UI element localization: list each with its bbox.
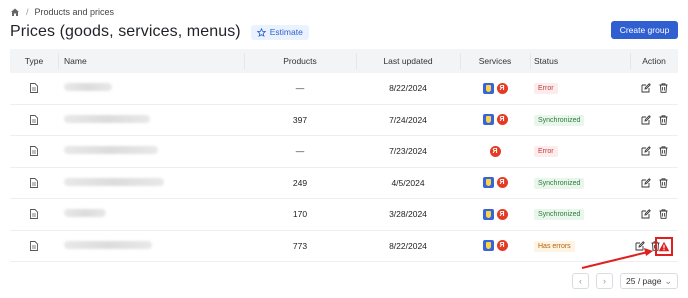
page-size-value: 25 / page bbox=[626, 276, 662, 286]
status-badge: Synchronized bbox=[534, 177, 585, 189]
breadcrumb: / Products and prices bbox=[10, 5, 114, 19]
document-icon bbox=[30, 114, 38, 125]
trash-icon[interactable] bbox=[659, 209, 668, 219]
page-header: Prices (goods, services, menus) Estimate… bbox=[10, 21, 678, 42]
trash-icon[interactable] bbox=[659, 178, 668, 188]
column-header-products[interactable]: Products bbox=[244, 56, 356, 66]
column-header-name[interactable]: Name bbox=[58, 56, 244, 66]
redacted-name[interactable] bbox=[64, 146, 158, 155]
chevron-down-icon: ⌄ bbox=[664, 276, 672, 286]
last-updated: 7/24/2024 bbox=[389, 114, 427, 125]
blue-map-service-icon bbox=[482, 240, 494, 252]
redacted-name[interactable] bbox=[64, 114, 150, 123]
column-divider bbox=[244, 53, 245, 69]
column-header-action: Action bbox=[642, 56, 666, 66]
column-header-services[interactable]: Services bbox=[460, 56, 530, 66]
blue-map-service-icon bbox=[482, 114, 494, 126]
table-row[interactable]: — 8/22/2024 Я Error bbox=[10, 73, 678, 105]
products-count: — bbox=[295, 83, 305, 94]
edit-icon[interactable] bbox=[641, 146, 651, 156]
document-icon bbox=[30, 177, 38, 188]
redacted-name[interactable] bbox=[64, 177, 164, 186]
document-icon bbox=[30, 146, 38, 157]
breadcrumb-separator: / bbox=[26, 7, 29, 17]
table-row[interactable]: 397 7/24/2024 Я Synchronized bbox=[10, 105, 678, 136]
create-group-button[interactable]: Create group bbox=[611, 21, 678, 39]
status-badge: Error bbox=[534, 146, 558, 158]
edit-icon[interactable] bbox=[641, 209, 651, 219]
prices-table: Type Name Products Last updated Services… bbox=[10, 49, 678, 262]
status-badge: Has errors bbox=[534, 240, 575, 252]
document-icon bbox=[30, 83, 38, 94]
estimate-label: Estimate bbox=[269, 27, 303, 37]
trash-icon[interactable] bbox=[659, 146, 668, 156]
last-updated: 7/23/2024 bbox=[389, 146, 427, 157]
blue-map-service-icon bbox=[482, 177, 494, 189]
column-divider bbox=[58, 53, 59, 69]
last-updated: 4/5/2024 bbox=[391, 177, 425, 188]
status-badge: Synchronized bbox=[534, 114, 585, 126]
yandex-service-icon: Я bbox=[496, 177, 508, 189]
next-page-button[interactable]: › bbox=[596, 273, 613, 289]
blue-map-service-icon bbox=[482, 82, 494, 94]
document-icon bbox=[30, 209, 38, 220]
redacted-name[interactable] bbox=[64, 209, 106, 218]
yandex-service-icon: Я bbox=[496, 82, 508, 94]
products-count: 170 bbox=[292, 209, 308, 220]
page-size-select[interactable]: 25 / page ⌄ bbox=[620, 273, 678, 289]
column-divider bbox=[530, 53, 531, 69]
last-updated: 3/28/2024 bbox=[389, 209, 427, 220]
table-row[interactable]: 249 4/5/2024 Я Synchronized bbox=[10, 168, 678, 199]
trash-icon[interactable] bbox=[659, 115, 668, 125]
status-badge: Error bbox=[534, 83, 558, 95]
last-updated: 8/22/2024 bbox=[389, 83, 427, 94]
products-count: 773 bbox=[292, 240, 308, 251]
redacted-name[interactable] bbox=[64, 240, 152, 249]
products-count: 249 bbox=[292, 177, 308, 188]
column-header-type[interactable]: Type bbox=[10, 56, 58, 66]
edit-icon[interactable] bbox=[641, 83, 651, 93]
home-icon[interactable] bbox=[10, 7, 20, 17]
table-row[interactable]: 170 3/28/2024 Я Synchronized bbox=[10, 199, 678, 231]
products-count: — bbox=[295, 146, 305, 157]
table-row[interactable]: — 7/23/2024 Я Error bbox=[10, 136, 678, 168]
last-updated: 8/22/2024 bbox=[389, 240, 427, 251]
status-badge: Synchronized bbox=[534, 209, 585, 221]
estimate-tag[interactable]: Estimate bbox=[250, 24, 309, 40]
table-header: Type Name Products Last updated Services… bbox=[10, 49, 678, 73]
yandex-service-icon: Я bbox=[496, 208, 508, 220]
star-icon bbox=[256, 27, 266, 37]
column-header-status[interactable]: Status bbox=[530, 56, 630, 66]
yandex-service-icon: Я bbox=[489, 145, 501, 157]
warning-icon[interactable] bbox=[658, 241, 670, 252]
column-header-last-updated[interactable]: Last updated bbox=[356, 56, 460, 66]
products-count: 397 bbox=[292, 114, 308, 125]
blue-map-service-icon bbox=[482, 208, 494, 220]
edit-icon[interactable] bbox=[641, 177, 651, 188]
breadcrumb-current[interactable]: Products and prices bbox=[35, 7, 115, 17]
table-row[interactable]: 773 8/22/2024 Я Has errors bbox=[10, 231, 678, 262]
yandex-service-icon: Я bbox=[496, 240, 508, 252]
yandex-service-icon: Я bbox=[496, 114, 508, 126]
prev-page-button[interactable]: ‹ bbox=[572, 273, 589, 289]
edit-icon[interactable] bbox=[635, 240, 645, 251]
edit-icon[interactable] bbox=[641, 114, 651, 125]
redacted-name[interactable] bbox=[64, 83, 112, 92]
trash-icon[interactable] bbox=[659, 83, 668, 93]
column-divider bbox=[460, 53, 461, 69]
column-divider bbox=[630, 53, 631, 69]
column-divider bbox=[356, 53, 357, 69]
page-title: Prices (goods, services, menus) bbox=[10, 23, 241, 40]
document-icon bbox=[30, 240, 38, 251]
